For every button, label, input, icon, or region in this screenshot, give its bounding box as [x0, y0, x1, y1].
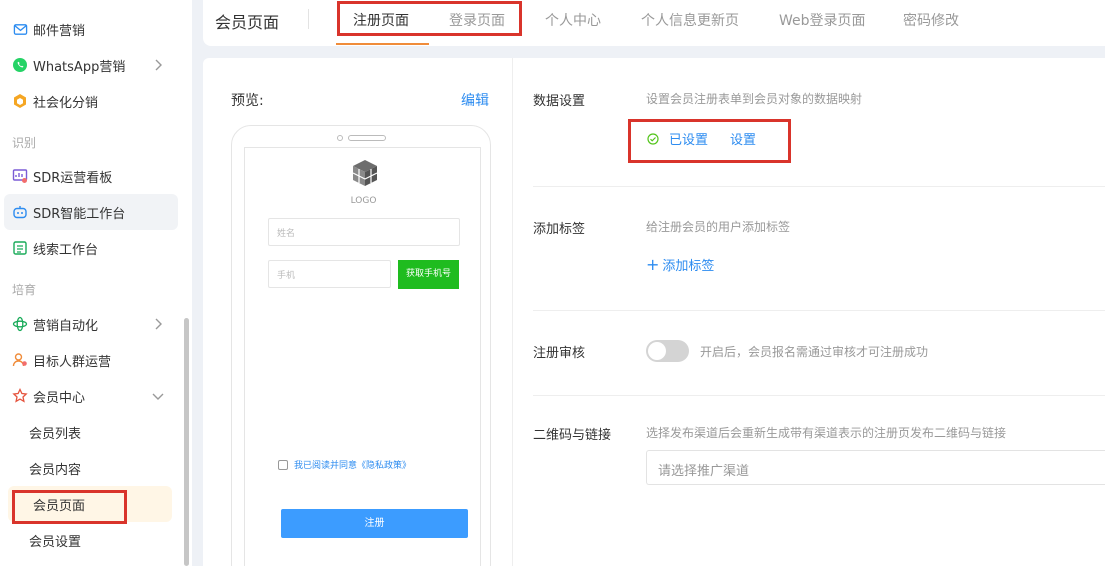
highlight-data-settings: [628, 119, 791, 163]
add-tag-label: 添加标签: [662, 259, 715, 274]
chevron-right-icon: [150, 57, 166, 73]
sidebar-item-label: 会员设置: [29, 534, 82, 550]
sidebar-scrollbar[interactable]: [184, 318, 189, 566]
section-label-cultivate: 培育: [12, 283, 37, 297]
phone-speaker: [348, 135, 386, 141]
data-settings-desc: 设置会员注册表单到会员对象的数据映射: [646, 92, 863, 106]
sidebar-item-label: 目标人群运营: [33, 354, 112, 370]
sidebar-subitem-member-list[interactable]: 会员列表: [4, 414, 178, 450]
sidebar-item-marketing-automation[interactable]: 营销自动化: [4, 306, 178, 342]
tab-web-login[interactable]: Web登录页面: [779, 10, 866, 30]
qr-link-desc: 选择发布渠道后会重新生成带有渠道表示的注册页发布二维码与链接: [646, 426, 1007, 440]
agree-checkbox: [278, 459, 288, 470]
audience-icon: [12, 352, 28, 368]
sidebar-item-label: 社会化分销: [33, 95, 99, 111]
sidebar-item-label: 线索工作台: [33, 242, 99, 258]
channel-select[interactable]: 请选择推广渠道: [646, 450, 1105, 485]
sidebar-item-label: 会员中心: [33, 390, 86, 406]
section-divider: [533, 310, 1105, 311]
logo-text: LOGO: [350, 196, 377, 206]
agree-text: 我已阅读并同意《隐私政策》: [294, 461, 412, 471]
sidebar-item-label: 营销自动化: [33, 318, 99, 334]
sidebar-item-audience-operations[interactable]: 目标人群运营: [4, 342, 178, 378]
sidebar-item-leads-workbench[interactable]: 线索工作台: [4, 230, 178, 266]
sidebar-item-label: WhatsApp营销: [33, 59, 126, 75]
chevron-down-icon: [150, 388, 166, 404]
sidebar-item-label: 会员内容: [29, 462, 82, 478]
highlight-tabs: [337, 1, 522, 36]
highlight-member-pages: [12, 490, 127, 524]
review-label: 注册审核: [533, 346, 586, 361]
tab-password-change[interactable]: 密码修改: [903, 10, 959, 30]
sidebar-subitem-member-settings[interactable]: 会员设置: [4, 522, 178, 558]
member-icon: [12, 388, 28, 404]
dashboard-icon: [12, 168, 28, 184]
toggle-knob: [648, 342, 666, 360]
automation-icon: [12, 316, 28, 332]
sidebar-item-email-marketing[interactable]: 邮件营销: [4, 11, 178, 47]
sidebar-item-label: SDR智能工作台: [33, 206, 126, 222]
sidebar-item-label: 邮件营销: [33, 23, 86, 39]
tab-personal-center[interactable]: 个人中心: [545, 10, 601, 30]
sidebar-item-social-distribution[interactable]: 社会化分销: [4, 83, 178, 119]
preview-label: 预览:: [231, 93, 264, 109]
review-desc: 开启后，会员报名需通过审核才可注册成功: [700, 345, 929, 359]
register-button: 注册: [281, 509, 468, 538]
section-divider: [533, 395, 1105, 396]
edit-link[interactable]: 编辑: [461, 90, 489, 110]
sidebar-item-sdr-workbench[interactable]: SDR智能工作台: [4, 194, 178, 230]
chevron-right-icon: [150, 316, 166, 332]
get-code-button: 获取手机号: [398, 260, 459, 289]
sidebar-item-label: SDR运营看板: [33, 170, 113, 186]
panel-divider: [512, 58, 513, 566]
plus-icon: +: [646, 254, 660, 274]
distribution-icon: [12, 93, 28, 109]
logo-icon: [350, 158, 380, 188]
tab-divider: [308, 9, 309, 29]
leads-icon: [12, 240, 28, 256]
robot-icon: [12, 204, 28, 220]
mail-icon: [12, 21, 28, 37]
phone-preview: LOGO 姓名 手机 获取手机号 我已阅读并同意《隐私政策》 注册: [231, 125, 491, 566]
tab-profile-update[interactable]: 个人信息更新页: [641, 10, 739, 30]
data-settings-label: 数据设置: [533, 94, 586, 109]
phone-field: 手机: [268, 260, 391, 288]
sidebar-item-whatsapp[interactable]: WhatsApp营销: [4, 47, 178, 83]
qr-link-label: 二维码与链接: [533, 428, 612, 443]
add-tag-button[interactable]: + 添加标签: [646, 255, 714, 274]
sidebar-item-label: 会员列表: [29, 426, 82, 442]
review-toggle[interactable]: [646, 340, 689, 362]
section-label-identify: 识别: [12, 136, 37, 150]
tags-desc: 给注册会员的用户添加标签: [646, 220, 791, 234]
active-tab-indicator: [336, 43, 429, 45]
sidebar-subitem-member-content[interactable]: 会员内容: [4, 450, 178, 486]
phone-camera: [337, 135, 343, 141]
tags-label: 添加标签: [533, 222, 586, 237]
page-title: 会员页面: [215, 13, 280, 32]
sidebar-item-sdr-dashboard[interactable]: SDR运营看板: [4, 158, 178, 194]
section-divider: [533, 186, 1105, 187]
sidebar: 邮件营销 WhatsApp营销 社会化分销 识别 SDR运营看板 SDR智能工作…: [0, 0, 192, 566]
phone-screen: LOGO 姓名 手机 获取手机号 我已阅读并同意《隐私政策》 注册: [244, 147, 481, 566]
privacy-agreement: 我已阅读并同意《隐私政策》: [278, 458, 411, 471]
sidebar-item-member-center[interactable]: 会员中心: [4, 378, 178, 414]
name-field: 姓名: [268, 218, 460, 246]
whatsapp-icon: [12, 57, 28, 73]
